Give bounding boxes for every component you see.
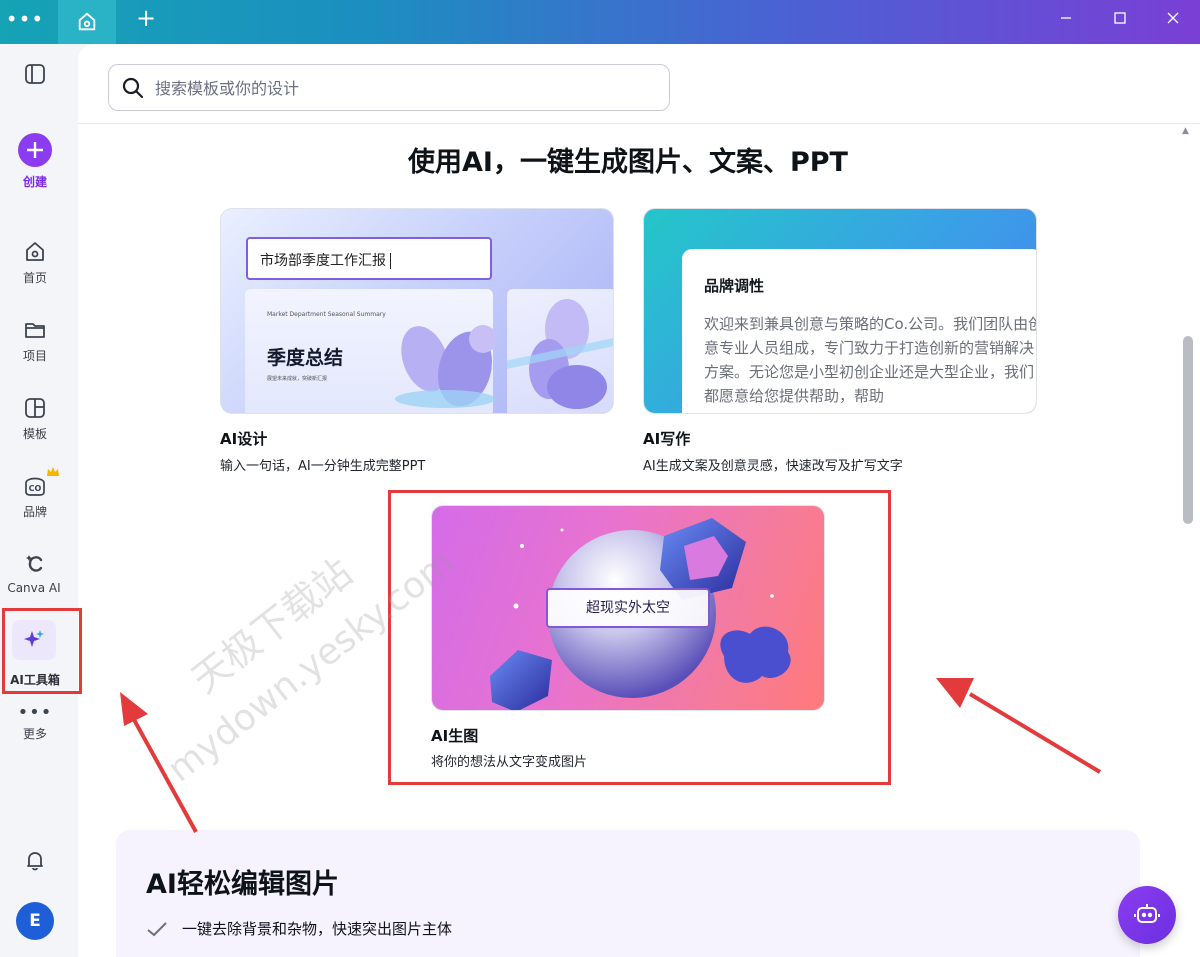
search-box[interactable] bbox=[108, 64, 670, 111]
scrollbar[interactable] bbox=[1182, 124, 1196, 957]
folder-icon bbox=[25, 323, 45, 338]
slide-preview: Market Department Seasonal Summary 季度总结 … bbox=[245, 289, 495, 413]
sidebar-item-projects[interactable]: 项目 bbox=[0, 318, 70, 364]
title-bar: ••• + bbox=[0, 0, 1200, 44]
feature-item: 一键去除背景和杂物，快速突出图片主体 bbox=[146, 918, 452, 939]
sidebar-item-label: 品牌 bbox=[22, 505, 47, 519]
search-icon bbox=[122, 77, 144, 99]
plus-circle-icon bbox=[18, 133, 52, 167]
sidebar-item-home[interactable]: 首页 bbox=[0, 240, 70, 286]
sidebar-item-brand[interactable]: CO 品牌 bbox=[0, 467, 70, 520]
home-icon bbox=[78, 12, 96, 31]
new-tab-button[interactable]: + bbox=[132, 2, 160, 38]
close-button[interactable] bbox=[1150, 0, 1196, 36]
card-title: AI设计 bbox=[220, 430, 268, 448]
sidebar-item-label: 项目 bbox=[22, 349, 47, 363]
sidebar-toggle[interactable] bbox=[0, 62, 70, 86]
notifications-button[interactable] bbox=[0, 848, 70, 872]
feature-text: 一键去除背景和杂物，快速突出图片主体 bbox=[182, 920, 453, 938]
top-search-bar bbox=[78, 44, 1200, 124]
slide-preview-secondary bbox=[497, 289, 613, 413]
svg-text:CO: CO bbox=[29, 484, 42, 493]
ai-writing-card[interactable]: 品牌调性 欢迎来到兼具创意与策略的Co.公司。我们团队由创意专业人员组成，专门致… bbox=[643, 208, 1037, 414]
scrollbar-thumb[interactable] bbox=[1183, 336, 1193, 524]
main-content: 使用AI，一键生成图片、文案、PPT 市场部季度工作汇报 Market Depa… bbox=[78, 44, 1200, 957]
slide-title: 季度总结 bbox=[267, 347, 344, 369]
create-label: 创建 bbox=[22, 175, 47, 189]
sidebar-item-label: Canva AI bbox=[7, 581, 61, 595]
search-input[interactable] bbox=[155, 73, 655, 103]
prompt-text: 市场部季度工作汇报 bbox=[260, 253, 386, 269]
ai-assistant-button[interactable] bbox=[1118, 886, 1176, 944]
sidebar-item-label: 更多 bbox=[22, 727, 47, 741]
sidebar-panel-icon bbox=[25, 64, 45, 84]
maximize-button[interactable] bbox=[1097, 0, 1143, 36]
ai-edit-section: AI轻松编辑图片 一键去除背景和杂物，快速突出图片主体 bbox=[116, 830, 1140, 957]
canva-ai-icon bbox=[26, 555, 43, 572]
abstract-shapes-illustration bbox=[497, 299, 613, 409]
prompt-input-preview: 市场部季度工作汇报 bbox=[246, 237, 492, 280]
create-button[interactable]: 创建 bbox=[0, 132, 70, 190]
sidebar-item-canva-ai[interactable]: Canva AI bbox=[0, 552, 70, 595]
account-button[interactable]: E bbox=[0, 902, 70, 940]
page-heading: 使用AI，一键生成图片、文案、PPT bbox=[408, 147, 848, 178]
home-icon bbox=[26, 242, 44, 261]
card-title: AI写作 bbox=[643, 430, 691, 448]
sidebar-item-label: 首页 bbox=[22, 271, 47, 285]
section-title: AI轻松编辑图片 bbox=[146, 869, 339, 900]
crown-icon bbox=[47, 467, 59, 476]
abstract-shapes-illustration bbox=[395, 325, 495, 408]
ai-design-card[interactable]: 市场部季度工作汇报 Market Department Seasonal Sum… bbox=[220, 208, 614, 414]
more-icon: ••• bbox=[17, 702, 53, 723]
brand-icon: CO bbox=[25, 477, 45, 496]
template-icon bbox=[25, 398, 45, 418]
highlight-frame bbox=[2, 608, 82, 694]
card-subtitle: AI生成文案及创意灵感，快速改写及扩写文字 bbox=[643, 459, 903, 474]
sidebar-item-more[interactable]: ••• 更多 bbox=[0, 702, 70, 742]
check-icon bbox=[147, 921, 167, 936]
slide-subtext: 展望未来成就，突破新汇报 bbox=[267, 376, 328, 382]
sidebar: 创建 首页 项目 模板 CO 品牌 Canva AI AI工具箱 ••• 更多 … bbox=[0, 44, 78, 957]
bell-icon bbox=[27, 852, 43, 871]
document-body: 欢迎来到兼具创意与策略的Co.公司。我们团队由创意专业人员组成，专门致力于打造创… bbox=[704, 315, 1037, 405]
scroll-up-arrow-icon[interactable]: ▲ bbox=[1182, 126, 1189, 136]
card-subtitle: 输入一句话，AI一分钟生成完整PPT bbox=[220, 459, 426, 474]
highlight-frame bbox=[388, 490, 891, 785]
home-tab[interactable] bbox=[58, 0, 116, 44]
robot-icon bbox=[1134, 904, 1160, 923]
sidebar-item-label: 模板 bbox=[22, 427, 47, 441]
minimize-button[interactable] bbox=[1043, 0, 1089, 36]
document-title: 品牌调性 bbox=[704, 277, 765, 295]
sidebar-item-templates[interactable]: 模板 bbox=[0, 396, 70, 442]
document-preview: 品牌调性 欢迎来到兼具创意与策略的Co.公司。我们团队由创意专业人员组成，专门致… bbox=[682, 249, 1037, 413]
menu-dots-icon[interactable]: ••• bbox=[0, 0, 50, 44]
avatar: E bbox=[16, 902, 54, 940]
